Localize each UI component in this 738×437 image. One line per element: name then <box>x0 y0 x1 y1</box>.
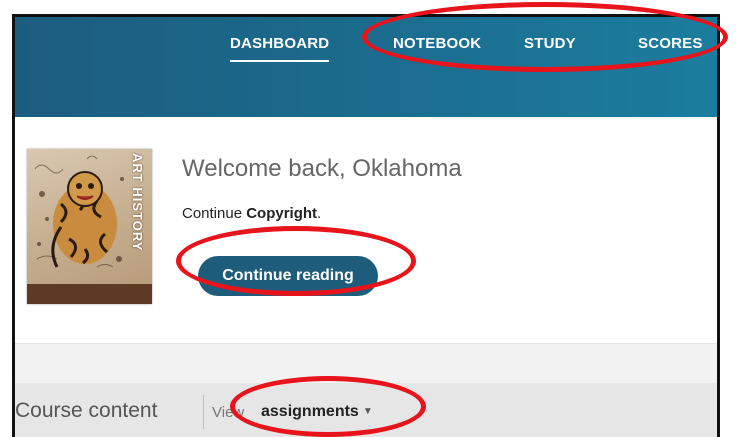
welcome-heading: Welcome back, Oklahoma <box>182 155 462 182</box>
view-label: View <box>212 404 245 421</box>
continue-reading-button[interactable]: Continue reading <box>198 256 378 296</box>
view-filter-dropdown[interactable]: assignments ▼ <box>261 403 373 421</box>
course-content-label: Course content <box>15 399 158 422</box>
continue-prefix: Continue <box>182 205 247 222</box>
nav-tab-scores[interactable]: SCORES <box>638 35 703 52</box>
nav-tab-notebook[interactable]: NOTEBOOK <box>393 35 481 52</box>
welcome-card: ART HISTORY Welcome back, Oklahoma Conti… <box>15 117 717 343</box>
top-navigation-bar: DASHBOARD NOTEBOOK STUDY SCORES <box>15 17 717 117</box>
book-cover[interactable]: ART HISTORY <box>27 149 152 304</box>
nav-tab-dashboard[interactable]: DASHBOARD <box>230 35 330 62</box>
book-cover-title: ART HISTORY <box>130 153 145 252</box>
app-window: DASHBOARD NOTEBOOK STUDY SCORES ART HIST… <box>12 14 720 437</box>
caret-down-icon: ▼ <box>362 406 373 417</box>
continue-chapter-title: Copyright <box>246 205 318 222</box>
view-filter-value: assignments <box>261 403 359 420</box>
continue-suffix: . <box>317 205 322 222</box>
main-nav: DASHBOARD NOTEBOOK STUDY SCORES <box>15 27 717 67</box>
course-content-bar: Course content View assignments ▼ <box>15 383 717 437</box>
divider <box>203 395 204 429</box>
nav-tab-study[interactable]: STUDY <box>524 35 576 52</box>
continue-text: Continue Copyright. <box>182 205 321 222</box>
section-spacer <box>15 343 717 384</box>
